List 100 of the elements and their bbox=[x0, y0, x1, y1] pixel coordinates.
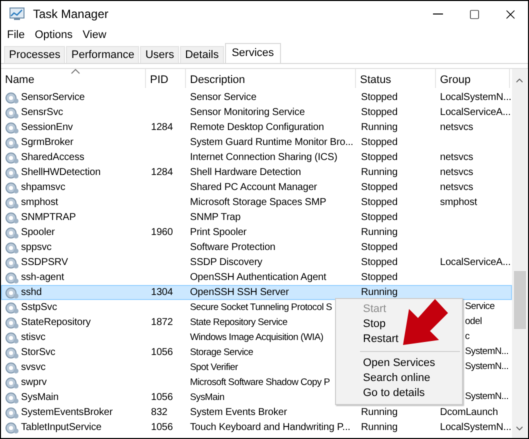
table-cell-text: SSDPSRV bbox=[21, 256, 68, 270]
gear-icon bbox=[5, 166, 19, 178]
column-header[interactable]: Group bbox=[436, 69, 510, 88]
table-cell-text: TabletInputService bbox=[21, 421, 102, 435]
table-cell: Shared PC Account Manager bbox=[190, 182, 318, 193]
table-cell-text: SysMain bbox=[21, 391, 59, 405]
gear-icon bbox=[5, 196, 19, 208]
table-cell: OpenSSH SSH Server bbox=[190, 287, 289, 298]
gear-icon bbox=[5, 302, 19, 314]
tab[interactable]: Processes bbox=[4, 46, 66, 63]
table-cell: LocalSystemN... bbox=[440, 92, 512, 103]
gear-icon bbox=[5, 316, 19, 328]
gear-icon bbox=[5, 182, 19, 194]
table-cell: LocalServiceA... bbox=[440, 107, 511, 118]
table-cell-text: ssh-agent bbox=[21, 271, 64, 285]
table-cell-text: svsvc bbox=[21, 361, 46, 375]
table-cell: Stopped bbox=[361, 272, 398, 283]
table-cell-text: SharedAccess bbox=[21, 151, 84, 165]
gear-icon bbox=[5, 346, 19, 358]
table-cell: LocalSystemN... bbox=[440, 422, 512, 433]
gear-icon bbox=[5, 92, 19, 104]
table-cell: Running bbox=[361, 407, 398, 418]
table-cell: Microsoft Storage Spaces SMP bbox=[190, 197, 326, 208]
table-cell: netsvcs bbox=[440, 167, 474, 178]
gear-icon bbox=[5, 212, 19, 224]
table-cell: Sensor Service bbox=[190, 92, 256, 103]
table-cell: SystemN... bbox=[465, 391, 508, 402]
table-cell: System Guard Runtime Monitor Bro... bbox=[190, 137, 354, 148]
table-cell: 1056 bbox=[151, 347, 173, 358]
column-header[interactable]: PID bbox=[146, 69, 186, 88]
gear-icon bbox=[5, 406, 19, 418]
gear-icon bbox=[5, 152, 19, 164]
table-cell-text: SNMPTRAP bbox=[21, 211, 76, 225]
table-cell: Running bbox=[361, 422, 398, 433]
table-cell: 1304 bbox=[151, 287, 173, 298]
table-cell: smphost bbox=[440, 197, 478, 208]
table-cell: LocalServiceA... bbox=[440, 257, 511, 268]
table-cell: Running bbox=[361, 122, 398, 133]
gear-icon bbox=[5, 376, 19, 388]
table-cell: Internet Connection Sharing (ICS) bbox=[190, 152, 338, 163]
table-cell: Stopped bbox=[361, 197, 398, 208]
menu-item[interactable]: Restart bbox=[336, 332, 462, 347]
table-cell: 1056 bbox=[151, 392, 173, 403]
table-cell-text: StateRepository bbox=[21, 316, 91, 330]
table-cell-text: shpamsvc bbox=[21, 181, 66, 195]
tab[interactable]: Services bbox=[224, 43, 281, 63]
column-header[interactable]: Description bbox=[186, 69, 356, 88]
table-cell: 1056 bbox=[151, 422, 173, 433]
column-header[interactable]: Status bbox=[356, 69, 436, 88]
column-header[interactable]: Name bbox=[1, 69, 146, 88]
minimize-icon bbox=[433, 13, 443, 15]
table-cell: System Events Broker bbox=[190, 407, 287, 418]
table-cell-text: SessionEnv bbox=[21, 121, 73, 135]
gear-icon bbox=[5, 106, 19, 118]
gear-icon bbox=[5, 136, 19, 148]
pointer-arrow-drawing bbox=[401, 297, 451, 347]
gear-icon bbox=[5, 272, 19, 284]
table-cell: Print Spooler bbox=[190, 227, 247, 238]
table-cell: Stopped bbox=[361, 182, 398, 193]
gear-icon bbox=[5, 242, 19, 254]
table-cell: OpenSSH Authentication Agent bbox=[190, 272, 326, 283]
table-cell: DcomLaunch bbox=[440, 407, 498, 418]
table-cell: State Repository Service bbox=[190, 316, 288, 328]
gear-icon bbox=[5, 362, 19, 374]
tab[interactable]: Users bbox=[140, 46, 180, 63]
table-cell: SysMain bbox=[190, 392, 224, 403]
table-cell-text: sppsvc bbox=[21, 241, 52, 255]
menu-item[interactable]: Search online bbox=[336, 371, 462, 386]
gear-icon bbox=[5, 286, 19, 298]
table-cell-text: smphost bbox=[21, 196, 58, 210]
table-cell-text: ShellHWDetection bbox=[21, 166, 101, 180]
table-cell: Touch Keyboard and Handwriting P... bbox=[190, 422, 350, 433]
menu-item[interactable]: Options bbox=[34, 26, 73, 44]
table-cell: SNMP Trap bbox=[190, 212, 241, 223]
table-cell: Running bbox=[361, 167, 398, 178]
menu-item[interactable]: View bbox=[82, 26, 106, 44]
table-cell-text: stisvc bbox=[21, 331, 46, 345]
table-cell: Stopped bbox=[361, 212, 398, 223]
table-cell: Stopped bbox=[361, 107, 398, 118]
table-cell-text: swprv bbox=[21, 376, 47, 390]
table-cell: Secure Socket Tunneling Protocol S bbox=[190, 302, 332, 313]
table-cell: netsvcs bbox=[440, 122, 474, 133]
table-cell: SSDP Discovery bbox=[190, 257, 262, 268]
menu-item[interactable]: Go to details bbox=[336, 386, 462, 401]
scrollbar-thumb[interactable] bbox=[514, 271, 526, 329]
table-cell-text: SgrmBroker bbox=[21, 136, 74, 150]
table-cell: Spot Verifier bbox=[190, 362, 238, 373]
scrollbar[interactable] bbox=[512, 69, 527, 438]
gear-icon bbox=[5, 332, 19, 344]
table-cell: 1960 bbox=[151, 227, 173, 238]
table-cell: odel bbox=[465, 316, 482, 328]
tab[interactable]: Performance bbox=[66, 46, 140, 63]
table-cell: Stopped bbox=[361, 242, 398, 253]
table-cell: Remote Desktop Configuration bbox=[190, 122, 324, 133]
table-cell: Microsoft Software Shadow Copy P bbox=[190, 376, 330, 388]
table-cell: 1284 bbox=[151, 122, 173, 133]
tab[interactable]: Details bbox=[180, 46, 224, 63]
menu-item[interactable]: Stop bbox=[336, 317, 462, 332]
menu-item[interactable]: File bbox=[7, 26, 25, 44]
menu-item[interactable]: Open Services bbox=[336, 356, 462, 371]
